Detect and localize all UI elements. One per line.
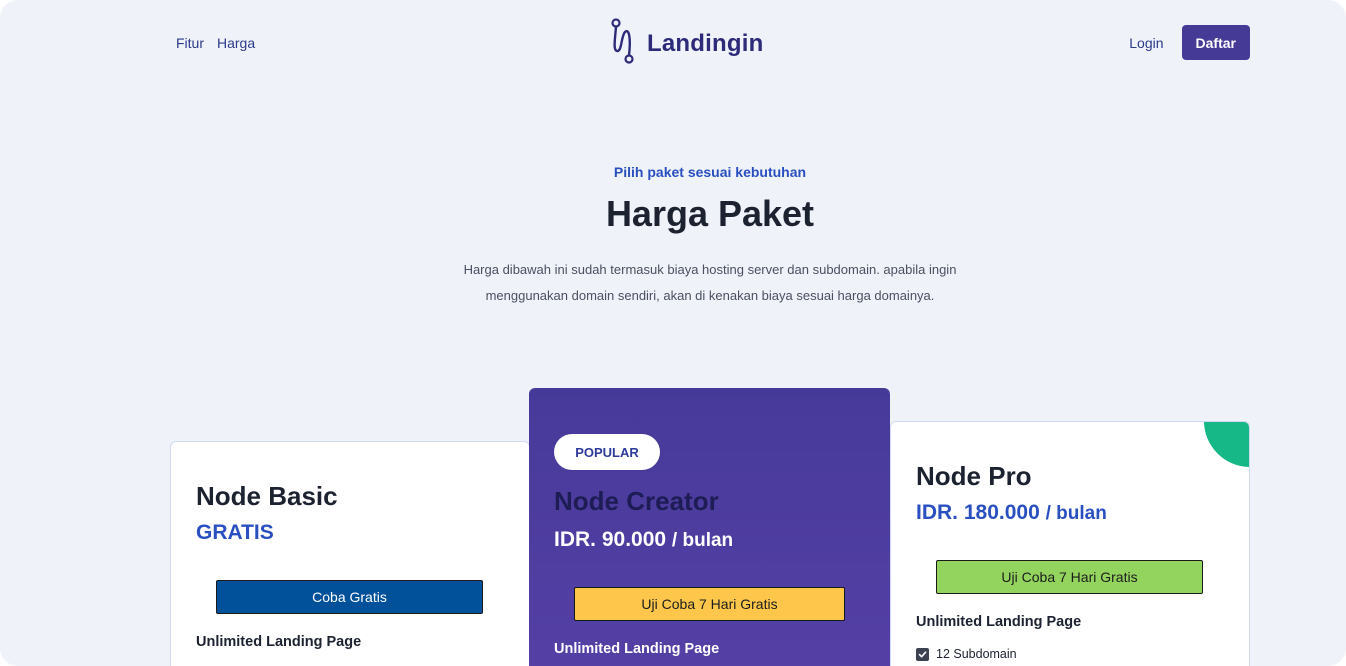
- main-nav: Fitur Harga: [176, 35, 255, 51]
- nav-link-fitur[interactable]: Fitur: [176, 35, 204, 51]
- section-eyebrow: Pilih paket sesuai kebutuhan: [613, 164, 807, 180]
- plan-name: Node Basic: [196, 481, 338, 511]
- plan-price: GRATIS: [196, 521, 274, 544]
- login-link[interactable]: Login: [1129, 35, 1163, 51]
- plan-name: Node Creator: [554, 486, 719, 516]
- price-period: / bulan: [1045, 503, 1107, 524]
- plan-name: Node Pro: [916, 461, 1032, 491]
- feature-title: Unlimited Landing Page: [554, 641, 720, 657]
- brand-name: Landingin: [647, 29, 764, 57]
- plan-card-pro: Node Pro IDR. 180.000 / bulan Uji Coba 7…: [890, 421, 1250, 666]
- plan-price: IDR. 90.000 / bulan: [554, 528, 733, 552]
- trial-button[interactable]: Uji Coba 7 Hari Gratis: [936, 560, 1203, 594]
- try-free-button[interactable]: Coba Gratis: [216, 580, 483, 614]
- popular-badge: POPULAR: [554, 434, 660, 470]
- page-description: Harga dibawah ini sudah termasuk biaya h…: [463, 262, 957, 303]
- plan-price: IDR. 180.000 / bulan: [916, 501, 1107, 525]
- price-period: / bulan: [671, 530, 734, 551]
- feature-title: Unlimited Landing Page: [196, 634, 362, 650]
- plan-card-basic: Node Basic GRATIS Coba Gratis Unlimited …: [170, 441, 530, 666]
- price-amount: IDR. 180.000: [916, 501, 1040, 524]
- pricing-page: Fitur Harga Landingin Login Daftar Pilih…: [0, 0, 1346, 666]
- brand-logo[interactable]: Landingin: [609, 18, 763, 69]
- feature-label: 12 Subdomain: [936, 647, 1017, 661]
- feature-item: 12 Subdomain: [916, 647, 1017, 661]
- feature-title: Unlimited Landing Page: [916, 614, 1082, 630]
- nav-link-harga[interactable]: Harga: [217, 35, 255, 51]
- checkbox-checked-icon: [916, 647, 929, 661]
- corner-decoration: [1204, 422, 1249, 467]
- page-title: Harga Paket: [605, 193, 815, 234]
- register-button[interactable]: Daftar: [1181, 25, 1250, 60]
- price-amount: IDR. 90.000: [554, 528, 667, 551]
- trial-button[interactable]: Uji Coba 7 Hari Gratis: [574, 587, 845, 621]
- auth-actions: Login Daftar: [1129, 25, 1250, 60]
- plan-card-creator: POPULAR Node Creator IDR. 90.000 / bulan…: [529, 388, 890, 666]
- landingin-logo-icon: [609, 18, 637, 69]
